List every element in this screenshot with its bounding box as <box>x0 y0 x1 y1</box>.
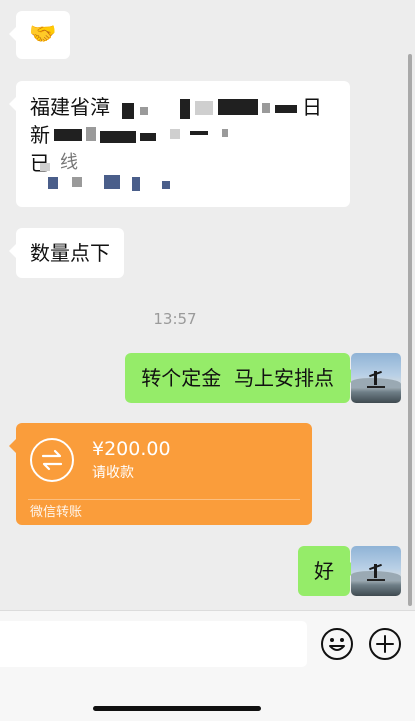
transfer-status: 请收款 <box>92 465 134 481</box>
handshake-emoji: 🤝 <box>29 22 57 47</box>
message-input[interactable] <box>0 621 307 667</box>
address-line-visible: 福建省漳 <box>30 95 110 119</box>
message-bubble-outgoing-ok[interactable]: 好 <box>298 546 357 596</box>
message-text: 转个定金 马上安排点 <box>141 366 334 390</box>
chat-area[interactable]: 🤝 福建省漳 日 新 已 线 <box>0 0 415 610</box>
plus-circle-icon[interactable] <box>368 627 402 661</box>
avatar[interactable] <box>351 353 401 403</box>
message-bubble-outgoing-deposit[interactable]: 转个定金 马上安排点 <box>125 353 357 403</box>
message-text: 好 <box>314 559 334 583</box>
transfer-divider <box>28 499 300 500</box>
transfer-amount: ¥200.00 <box>92 438 171 460</box>
transfer-footer: 微信转账 <box>30 505 83 520</box>
wechat-transfer-card[interactable]: ¥200.00 请收款 微信转账 <box>9 423 312 525</box>
message-bubble-reply[interactable]: 数量点下 <box>9 228 124 278</box>
message-bubble-emoji[interactable]: 🤝 <box>9 11 70 59</box>
message-bubble-address[interactable]: 福建省漳 日 新 已 线 <box>9 81 350 207</box>
input-bar <box>0 610 415 721</box>
smiley-face-icon[interactable] <box>320 627 354 661</box>
message-text: 数量点下 <box>30 241 110 265</box>
scrollbar[interactable] <box>408 54 412 606</box>
avatar[interactable] <box>351 546 401 596</box>
home-indicator[interactable] <box>93 706 261 711</box>
transfer-icon <box>30 438 74 482</box>
address-text: 福建省漳 日 新 已 线 <box>30 93 335 193</box>
message-timestamp: 13:57 <box>153 310 197 328</box>
